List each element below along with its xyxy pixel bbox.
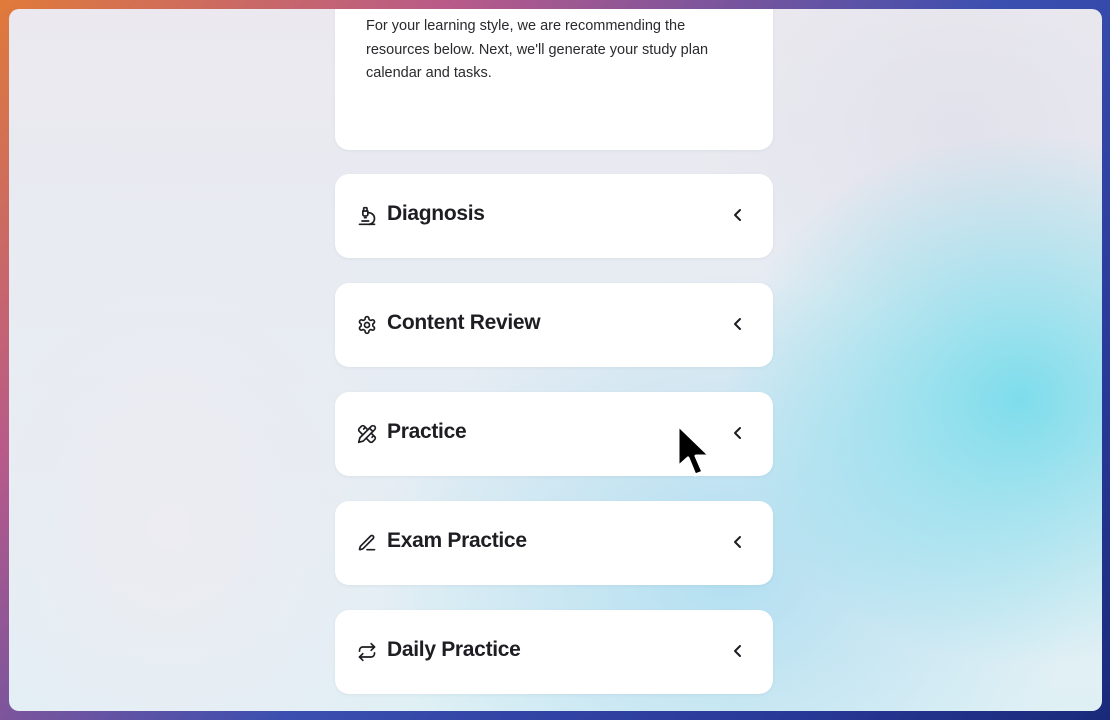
- section-title: Daily Practice: [387, 638, 521, 661]
- section-title: Content Review: [387, 311, 541, 334]
- intro-card: For your learning style, we are recommen…: [335, 9, 773, 150]
- section-practice[interactable]: Practice: [335, 392, 773, 476]
- chevron-left-icon[interactable]: [731, 533, 745, 551]
- intro-text: For your learning style, we are recommen…: [366, 18, 709, 81]
- pencil-ruler-icon: [357, 424, 377, 444]
- section-daily-practice[interactable]: Daily Practice: [335, 610, 773, 694]
- microscope-icon: [357, 206, 377, 226]
- section-content-review[interactable]: Content Review: [335, 283, 773, 367]
- section-exam-practice[interactable]: Exam Practice: [335, 501, 773, 585]
- section-diagnosis[interactable]: Diagnosis: [335, 174, 773, 258]
- chevron-left-icon[interactable]: [731, 315, 745, 333]
- section-title: Practice: [387, 420, 467, 443]
- section-title: Exam Practice: [387, 529, 527, 552]
- section-title: Diagnosis: [387, 202, 485, 225]
- chevron-left-icon[interactable]: [731, 206, 745, 224]
- gear-icon: [357, 315, 377, 335]
- repeat-icon: [357, 642, 377, 662]
- chevron-left-icon[interactable]: [731, 424, 745, 442]
- app-window: For your learning style, we are recommen…: [9, 9, 1102, 711]
- chevron-left-icon[interactable]: [731, 642, 745, 660]
- pencil-icon: [357, 533, 377, 553]
